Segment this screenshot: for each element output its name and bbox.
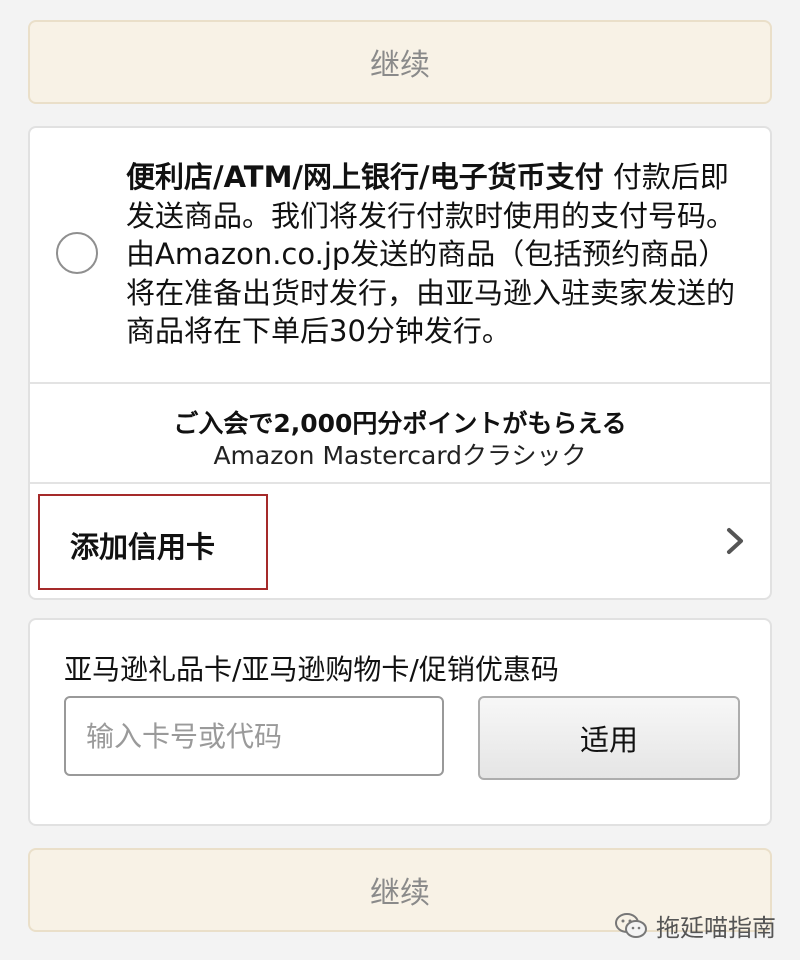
promo-card-name: Amazon Mastercardクラシック — [213, 441, 587, 470]
watermark-text: 拖延喵指南 — [656, 914, 776, 942]
payment-option-text: 便利店/ATM/网上银行/电子货币支付 付款后即发送商品。我们将发行付款时使用的… — [126, 158, 746, 351]
promo-headline: ご入会で2,000円分ポイントがもらえる — [173, 409, 627, 438]
payment-option-convenience-store[interactable]: 便利店/ATM/网上银行/电子货币支付 付款后即发送商品。我们将发行付款时使用的… — [30, 128, 770, 384]
mastercard-promo-banner[interactable]: ご入会で2,000円分ポイントがもらえる Amazon Mastercardクラ… — [30, 384, 770, 484]
continue-button-label: 继续 — [370, 48, 430, 83]
add-credit-card-label: 添加信用卡 — [70, 530, 216, 564]
wechat-icon — [615, 912, 647, 938]
apply-button[interactable]: 适用 — [478, 696, 740, 780]
gift-card-section: 亚马逊礼品卡/亚马逊购物卡/促销优惠码 适用 — [28, 618, 772, 826]
payment-methods-card: 便利店/ATM/网上银行/电子货币支付 付款后即发送商品。我们将发行付款时使用的… — [28, 126, 772, 600]
gift-code-input[interactable] — [64, 696, 444, 776]
gift-card-title: 亚马逊礼品卡/亚马逊购物卡/促销优惠码 — [64, 653, 559, 686]
apply-button-label: 适用 — [579, 723, 638, 757]
continue-button-top[interactable]: 继续 — [28, 20, 772, 104]
watermark: 拖延喵指南 — [614, 908, 776, 943]
continue-button-label: 继续 — [370, 876, 430, 911]
chevron-right-icon[interactable] — [722, 526, 748, 556]
payment-option-title: 便利店/ATM/网上银行/电子货币支付 — [126, 160, 604, 194]
payment-option-radio[interactable] — [56, 232, 98, 274]
add-credit-card-row[interactable]: 添加信用卡 — [30, 484, 770, 600]
